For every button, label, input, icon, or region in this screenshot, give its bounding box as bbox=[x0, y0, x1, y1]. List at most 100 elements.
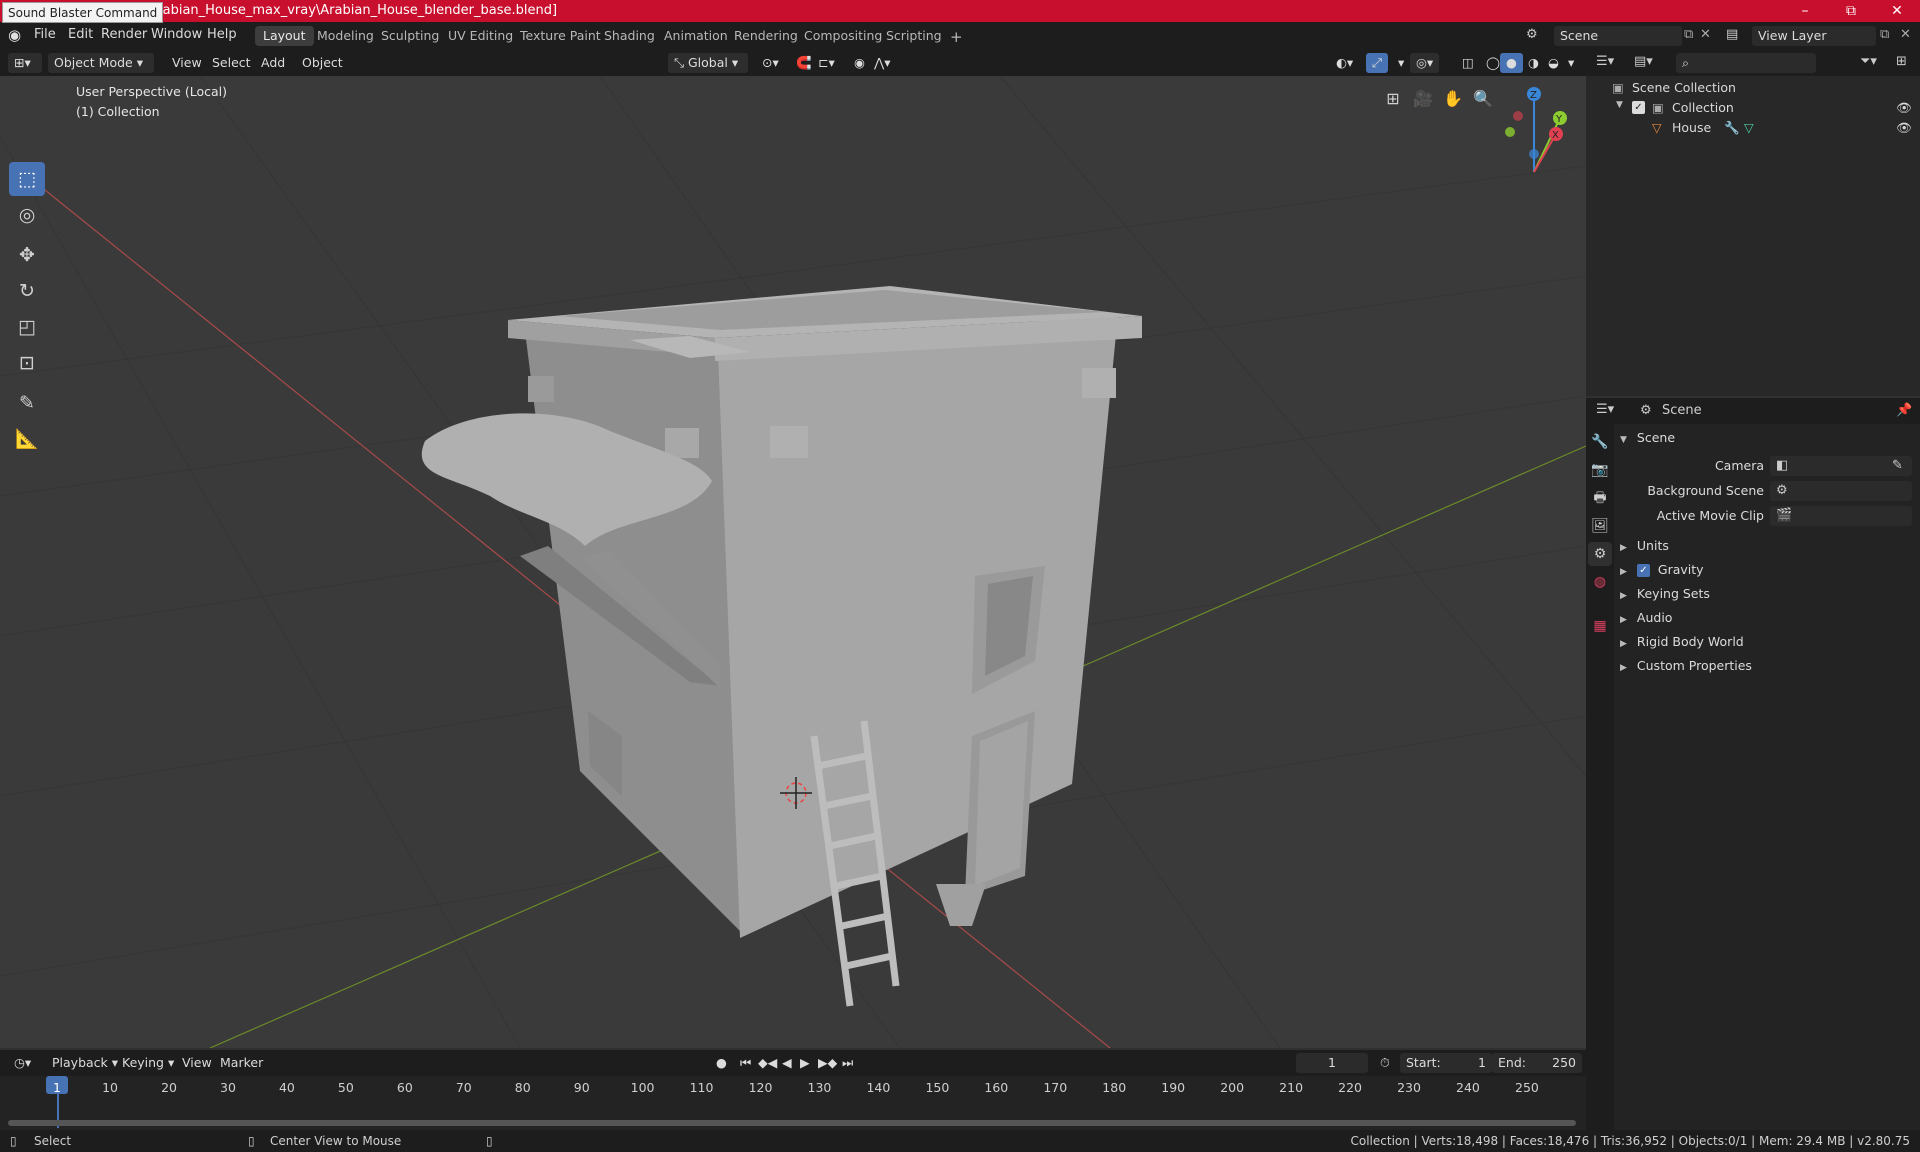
camera-field[interactable]: ◧ ✎ bbox=[1770, 456, 1912, 476]
end-frame-field[interactable]: End: 250 bbox=[1492, 1053, 1582, 1073]
transform-orientation-dropdown[interactable]: ⤡ Global ▾ bbox=[668, 53, 748, 73]
falloff-icon[interactable]: ⋀▾ bbox=[868, 53, 897, 73]
tab-uv-editing[interactable]: UV Editing bbox=[440, 26, 521, 46]
world-tab-icon[interactable]: ◍ bbox=[1588, 570, 1612, 594]
annotate-tool[interactable]: ✎ bbox=[9, 386, 45, 420]
outliner-editor-type-icon[interactable]: ☰▾ bbox=[1596, 54, 1614, 69]
tab-rendering[interactable]: Rendering bbox=[726, 26, 806, 46]
tool-tab-icon[interactable]: 🔧 bbox=[1588, 430, 1612, 454]
units-panel-header[interactable]: ▶ Units bbox=[1620, 538, 1669, 560]
menu-timeline-view[interactable]: View bbox=[176, 1053, 218, 1073]
outliner-row-scene-collection[interactable]: ▣ Scene Collection bbox=[1586, 78, 1920, 98]
scene-icon[interactable]: ⚙ bbox=[1526, 27, 1538, 42]
xray-icon[interactable]: ◫ bbox=[1456, 53, 1480, 73]
filter-icon[interactable]: ⏷▾ bbox=[1860, 54, 1877, 69]
scale-tool[interactable]: ◰ bbox=[9, 310, 45, 344]
output-tab-icon[interactable]: 🖶 bbox=[1588, 486, 1612, 510]
delete-view-layer-icon[interactable]: ✕ bbox=[1900, 27, 1911, 42]
background-scene-field[interactable]: ⚙ bbox=[1770, 481, 1912, 501]
properties-editor-type-icon[interactable]: ☰▾ bbox=[1596, 402, 1614, 417]
overlay-toggle-icon[interactable]: ◎▾ bbox=[1410, 53, 1440, 73]
rotate-tool[interactable]: ↻ bbox=[9, 274, 45, 308]
current-frame-field[interactable]: 1 bbox=[1296, 1053, 1368, 1073]
menu-object[interactable]: Object bbox=[296, 53, 349, 73]
eyedropper-icon[interactable]: ✎ bbox=[1892, 458, 1903, 473]
outliner-row-house[interactable]: ▽ House 🔧 ▽ 👁 bbox=[1586, 118, 1920, 138]
camera-view-icon[interactable]: 🎥 bbox=[1410, 86, 1436, 112]
menu-view[interactable]: View bbox=[166, 53, 208, 73]
audio-panel-header[interactable]: ▶ Audio bbox=[1620, 610, 1672, 632]
start-frame-field[interactable]: Start: 1 bbox=[1400, 1053, 1492, 1073]
pivot-icon[interactable]: ⊙▾ bbox=[756, 53, 785, 73]
scene-tab-icon[interactable]: ⚙ bbox=[1588, 542, 1612, 566]
menu-add[interactable]: Add bbox=[255, 53, 291, 73]
eye-icon[interactable]: 👁 bbox=[1896, 100, 1912, 116]
add-workspace-button[interactable]: + bbox=[942, 26, 971, 46]
gizmo-dropdown-icon[interactable]: ▾ bbox=[1392, 53, 1410, 73]
tab-shading[interactable]: Shading bbox=[596, 26, 663, 46]
menu-window[interactable]: Window bbox=[151, 27, 202, 42]
menu-keying[interactable]: Keying ▾ bbox=[116, 1053, 180, 1073]
keying-sets-panel-header[interactable]: ▶ Keying Sets bbox=[1620, 586, 1710, 608]
new-scene-icon[interactable]: ⧉ bbox=[1684, 27, 1693, 42]
texture-tab-icon[interactable]: ▦ bbox=[1588, 614, 1612, 638]
tab-animation[interactable]: Animation bbox=[656, 26, 736, 46]
cursor-tool[interactable]: ◎ bbox=[9, 198, 45, 232]
zoom-icon[interactable]: 🔍 bbox=[1470, 86, 1496, 112]
viewport-3d[interactable]: Z Y X User Perspective (Local) (1) Colle… bbox=[0, 76, 1586, 1048]
tab-scripting[interactable]: Scripting bbox=[878, 26, 950, 46]
render-tab-icon[interactable]: 📷 bbox=[1588, 458, 1612, 482]
active-movie-clip-field[interactable]: 🎬 bbox=[1770, 506, 1912, 526]
select-box-tool[interactable]: ⬚ bbox=[9, 162, 45, 196]
wrench-icon[interactable]: 🔧 bbox=[1724, 120, 1740, 136]
disclosure-triangle-icon[interactable]: ▼ bbox=[1616, 100, 1623, 110]
menu-select[interactable]: Select bbox=[206, 53, 257, 73]
rigid-body-world-panel-header[interactable]: ▶ Rigid Body World bbox=[1620, 634, 1744, 656]
navigation-gizmo[interactable]: Z Y X bbox=[1505, 87, 1567, 173]
menu-file[interactable]: File bbox=[34, 27, 56, 42]
menu-help[interactable]: Help bbox=[207, 27, 237, 42]
tab-texture-paint[interactable]: Texture Paint bbox=[512, 26, 609, 46]
maximize-button[interactable]: ⧉ bbox=[1828, 0, 1874, 22]
view-layer-tab-icon[interactable]: 🖼 bbox=[1588, 514, 1612, 538]
visibility-icon[interactable]: ◐▾ bbox=[1330, 53, 1359, 73]
view-layer-field[interactable]: View Layer bbox=[1752, 26, 1876, 46]
gizmo-toggle-icon[interactable]: ⤢ bbox=[1366, 53, 1389, 73]
menu-edit[interactable]: Edit bbox=[68, 27, 93, 42]
menu-render[interactable]: Render bbox=[101, 27, 147, 42]
blender-logo-icon[interactable]: ◉ bbox=[8, 26, 28, 46]
timeline-editor-type-icon[interactable]: ◷▾ bbox=[8, 1053, 37, 1073]
shading-options-icon[interactable]: ▾ bbox=[1562, 53, 1580, 73]
mesh-data-icon[interactable]: ▽ bbox=[1744, 120, 1754, 135]
display-mode-icon[interactable]: ▤▾ bbox=[1634, 54, 1653, 69]
house-mesh[interactable] bbox=[421, 286, 1142, 1007]
gravity-checkbox[interactable]: ✓ bbox=[1636, 564, 1650, 577]
eye-icon[interactable]: 👁 bbox=[1896, 120, 1912, 136]
jump-end-icon[interactable]: ⏭ bbox=[836, 1053, 859, 1073]
solid-shading-icon[interactable]: ● bbox=[1500, 53, 1523, 73]
view-layer-icon[interactable]: ▤ bbox=[1726, 27, 1738, 42]
pan-hand-icon[interactable]: ✋ bbox=[1440, 86, 1466, 112]
editor-type-icon[interactable]: ⊞▾ bbox=[8, 53, 42, 73]
move-tool[interactable]: ✥ bbox=[9, 238, 45, 272]
custom-properties-panel-header[interactable]: ▶ Custom Properties bbox=[1620, 658, 1752, 680]
close-button[interactable]: ✕ bbox=[1874, 0, 1920, 22]
delete-scene-icon[interactable]: ✕ bbox=[1700, 27, 1711, 42]
menu-marker[interactable]: Marker bbox=[214, 1053, 269, 1073]
stopwatch-icon[interactable]: ⏱ bbox=[1374, 1053, 1396, 1073]
snap-target-icon[interactable]: ⊏▾ bbox=[812, 53, 841, 73]
menu-playback[interactable]: Playback ▾ bbox=[46, 1053, 124, 1073]
new-view-layer-icon[interactable]: ⧉ bbox=[1880, 27, 1889, 42]
timeline-scrollbar[interactable] bbox=[8, 1120, 1576, 1126]
record-button[interactable]: ● bbox=[710, 1053, 733, 1073]
tab-sculpting[interactable]: Sculpting bbox=[373, 26, 447, 46]
minimize-button[interactable]: – bbox=[1782, 0, 1828, 22]
measure-tool[interactable]: 📐 bbox=[9, 422, 45, 456]
tab-compositing[interactable]: Compositing bbox=[796, 26, 890, 46]
mode-dropdown[interactable]: Object Mode ▾ bbox=[48, 53, 154, 73]
scene-panel-header[interactable]: ▼ Scene bbox=[1620, 430, 1675, 452]
pin-icon[interactable]: 📌 bbox=[1896, 403, 1912, 418]
transform-tool[interactable]: ⊡ bbox=[9, 346, 45, 380]
outliner-row-collection[interactable]: ▼ ✓ ▣ Collection 👁 bbox=[1586, 98, 1920, 118]
outliner-search-input[interactable]: ⌕ bbox=[1676, 53, 1816, 73]
